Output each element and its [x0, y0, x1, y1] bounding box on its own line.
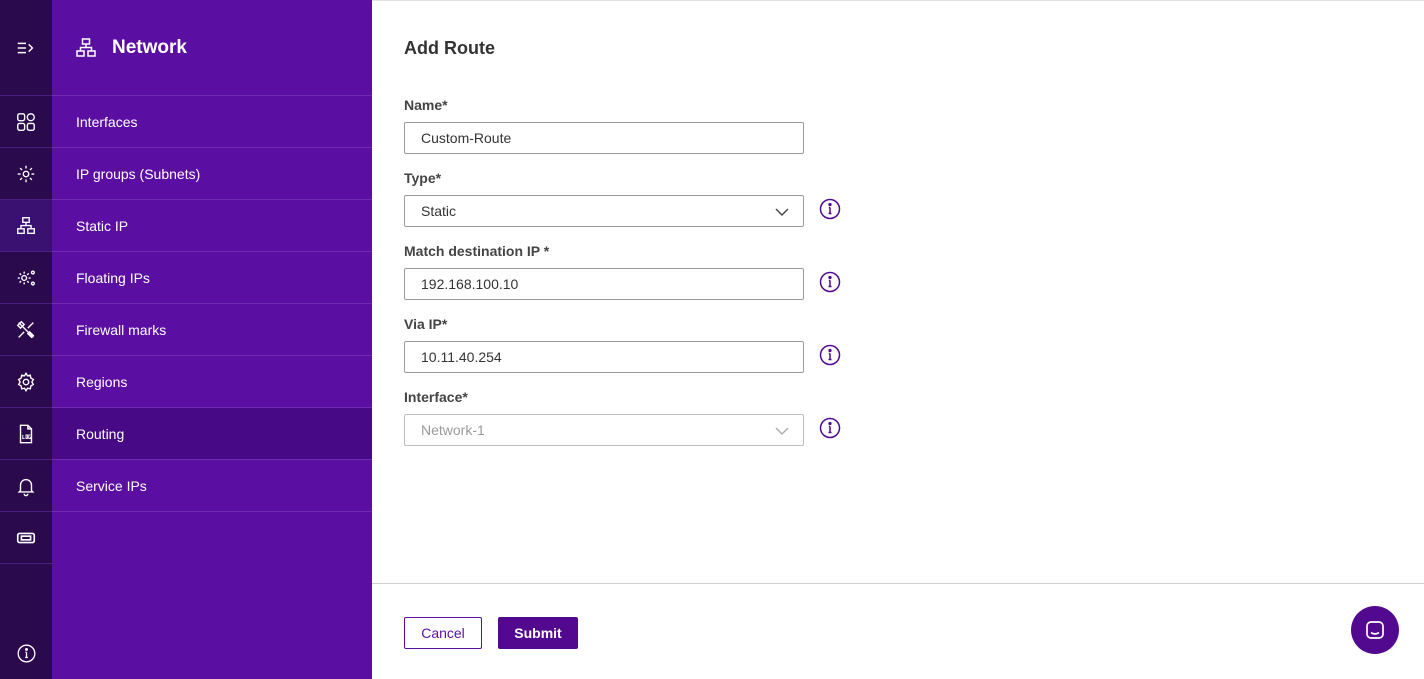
settings-advanced-icon [17, 269, 35, 286]
page-title: Add Route [404, 38, 495, 58]
settings-network-icon [17, 165, 35, 182]
rail-tools[interactable] [0, 304, 52, 356]
log-file-icon [19, 424, 33, 443]
rail-advanced-settings[interactable] [0, 252, 52, 304]
rail-tickets[interactable] [0, 512, 52, 564]
sidebar: Network Interfaces IP groups (Subnets) S… [52, 0, 372, 679]
dest-ip-label: Match destination IP * [404, 243, 550, 259]
network-icon [76, 37, 96, 57]
submit-button[interactable]: Submit [498, 617, 578, 649]
sidebar-item-firewall-marks[interactable]: Firewall marks [52, 304, 372, 356]
sidebar-item-routing[interactable]: Routing [52, 408, 372, 460]
chevron-down-icon [775, 427, 789, 435]
ticket-icon [16, 532, 36, 543]
settings-icon [17, 371, 35, 392]
chat-icon [1366, 621, 1384, 639]
icon-rail [0, 0, 52, 679]
sidebar-item-regions[interactable]: Regions [52, 356, 372, 408]
name-label: Name* [404, 97, 448, 113]
interface-label: Interface* [404, 389, 468, 405]
name-input[interactable] [404, 122, 804, 154]
rail-notifications[interactable] [0, 460, 52, 512]
type-select[interactable]: Static [404, 195, 804, 227]
expand-menu-button[interactable] [0, 0, 52, 96]
sidebar-item-floating-ips[interactable]: Floating IPs [52, 252, 372, 304]
sidebar-header: Network [52, 0, 372, 96]
rail-info[interactable] [0, 628, 52, 678]
rail-network-settings[interactable] [0, 148, 52, 200]
chat-launcher-button[interactable] [1351, 606, 1399, 654]
sidebar-item-interfaces[interactable]: Interfaces [52, 96, 372, 148]
rail-network[interactable] [0, 200, 52, 252]
rail-settings[interactable] [0, 356, 52, 408]
type-info-icon[interactable] [819, 198, 841, 220]
dashboard-icon [17, 112, 35, 131]
sidebar-title: Network [112, 36, 187, 58]
via-ip-input[interactable] [404, 341, 804, 373]
tools-icon [16, 320, 35, 338]
rail-logs[interactable] [0, 408, 52, 460]
network-icon [17, 216, 35, 234]
interface-info-icon[interactable] [819, 417, 841, 439]
interface-select-value: Network-1 [421, 422, 485, 438]
interface-select[interactable]: Network-1 [404, 414, 804, 446]
chevron-down-icon [775, 208, 789, 216]
dest-ip-info-icon[interactable] [819, 271, 841, 293]
sidebar-item-service-ips[interactable]: Service IPs [52, 460, 372, 512]
dest-ip-input[interactable] [404, 268, 804, 300]
expand-menu-icon [17, 42, 34, 53]
type-label: Type* [404, 170, 442, 186]
via-ip-label: Via IP* [404, 316, 448, 332]
main-content: Add Route Name* Type* Static Match desti… [372, 0, 1424, 679]
info-icon [17, 644, 35, 662]
rail-dashboard[interactable] [0, 96, 52, 148]
sidebar-item-ip-groups[interactable]: IP groups (Subnets) [52, 148, 372, 200]
type-select-value: Static [421, 203, 457, 219]
via-ip-info-icon[interactable] [819, 344, 841, 366]
footer-divider [372, 583, 1424, 584]
sidebar-item-static-ip[interactable]: Static IP [52, 200, 372, 252]
bell-icon [17, 478, 35, 496]
cancel-button[interactable]: Cancel [404, 617, 482, 649]
